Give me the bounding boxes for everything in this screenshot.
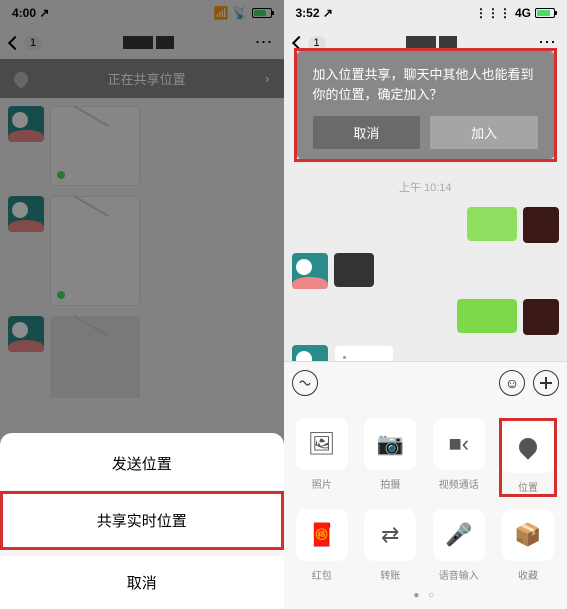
chevron-left-icon (8, 35, 22, 49)
battery-icon (252, 8, 272, 18)
chat-area (0, 98, 284, 398)
panel-transfer[interactable]: ⇄转账 (362, 509, 419, 582)
emoji-icon[interactable]: ☺ (499, 370, 525, 396)
video-icon: ■‹ (433, 418, 485, 470)
panel-location[interactable]: 位置 (499, 418, 557, 497)
attachment-panel: 🖼照片 📷拍摄 ■‹视频通话 位置 🧧红包 ⇄转账 🎤语音输入 📦收藏 ● ○ (284, 404, 567, 609)
mic-icon: 🎤 (433, 509, 485, 561)
plus-icon[interactable] (533, 370, 559, 396)
panel-redpacket[interactable]: 🧧红包 (294, 509, 351, 582)
photo-icon: 🖼 (296, 418, 348, 470)
status-time: 3:52 ↗ (296, 6, 333, 20)
image-message[interactable] (467, 207, 517, 241)
panel-favorites[interactable]: 📦收藏 (499, 509, 557, 582)
transfer-icon: ⇄ (364, 509, 416, 561)
sharing-bar-text: 正在共享位置 (108, 69, 186, 88)
image-message[interactable] (334, 253, 374, 287)
box-icon: 📦 (502, 509, 554, 561)
more-icon[interactable]: ⋯ (255, 32, 274, 53)
phone-left-screenshot: 4:00 ↗ 📶 📡 1 ⋯ 正在共享位置 › ☺ (0, 0, 284, 609)
avatar[interactable] (523, 299, 559, 335)
location-icon (502, 421, 554, 473)
unread-badge: 1 (24, 36, 42, 50)
status-time: 4:00 ↗ (12, 6, 49, 20)
redpacket-icon: 🧧 (296, 509, 348, 561)
dialog-cancel-button[interactable]: 取消 (313, 116, 421, 149)
location-sharing-bar[interactable]: 正在共享位置 › (0, 59, 284, 98)
signal-icon: ⋮⋮⋮ (475, 6, 511, 20)
wifi-icon: 📡 (233, 6, 248, 20)
dialog-join-button[interactable]: 加入 (430, 116, 538, 149)
status-bar: 3:52 ↗ ⋮⋮⋮ 4G (284, 0, 567, 26)
panel-photo[interactable]: 🖼照片 (294, 418, 351, 497)
map-thumbnail[interactable] (50, 106, 140, 186)
sheet-cancel[interactable]: 取消 (0, 550, 284, 609)
panel-camera[interactable]: 📷拍摄 (362, 418, 419, 497)
signal-icon: 📶 (214, 6, 229, 20)
camera-icon: 📷 (364, 418, 416, 470)
input-area: ☺ 🖼照片 📷拍摄 ■‹视频通话 位置 🧧红包 ⇄转账 🎤语音输入 📦收藏 ● … (284, 361, 567, 609)
battery-icon (535, 8, 555, 18)
image-message[interactable] (457, 299, 517, 333)
join-location-dialog: 加入位置共享，聊天中其他人也能看到你的位置，确定加入？ 取消 加入 (297, 51, 555, 159)
chevron-right-icon: › (265, 71, 269, 86)
page-indicator: ● ○ (294, 590, 558, 601)
back-button[interactable]: 1 (10, 36, 42, 50)
phone-right-screenshot: 3:52 ↗ ⋮⋮⋮ 4G 1 ⋯ 加入位置共享，聊天中其他人也能看到你的位置，… (284, 0, 567, 609)
network-label: 4G (515, 6, 531, 20)
action-sheet: 发送位置 共享实时位置 取消 (0, 433, 284, 609)
avatar[interactable] (8, 106, 44, 142)
sheet-share-realtime-location[interactable]: 共享实时位置 (0, 491, 284, 550)
voice-icon[interactable] (292, 370, 318, 396)
location-pin-icon (11, 69, 31, 89)
input-bar: ☺ (284, 361, 567, 404)
chat-title (123, 36, 174, 49)
dialog-message: 加入位置共享，聊天中其他人也能看到你的位置，确定加入？ (313, 65, 539, 104)
avatar[interactable] (523, 207, 559, 243)
avatar[interactable] (8, 196, 44, 232)
screenshot-thumbnail[interactable] (50, 316, 140, 398)
nav-bar: 1 ⋯ (0, 26, 284, 59)
avatar[interactable] (8, 316, 44, 352)
timestamp: 上午 10:14 (284, 179, 567, 195)
panel-voice-input[interactable]: 🎤语音输入 (431, 509, 488, 582)
status-bar: 4:00 ↗ 📶 📡 (0, 0, 284, 26)
map-thumbnail[interactable] (50, 196, 140, 306)
sheet-send-location[interactable]: 发送位置 (0, 437, 284, 491)
panel-video-call[interactable]: ■‹视频通话 (431, 418, 488, 497)
avatar[interactable] (292, 253, 328, 289)
